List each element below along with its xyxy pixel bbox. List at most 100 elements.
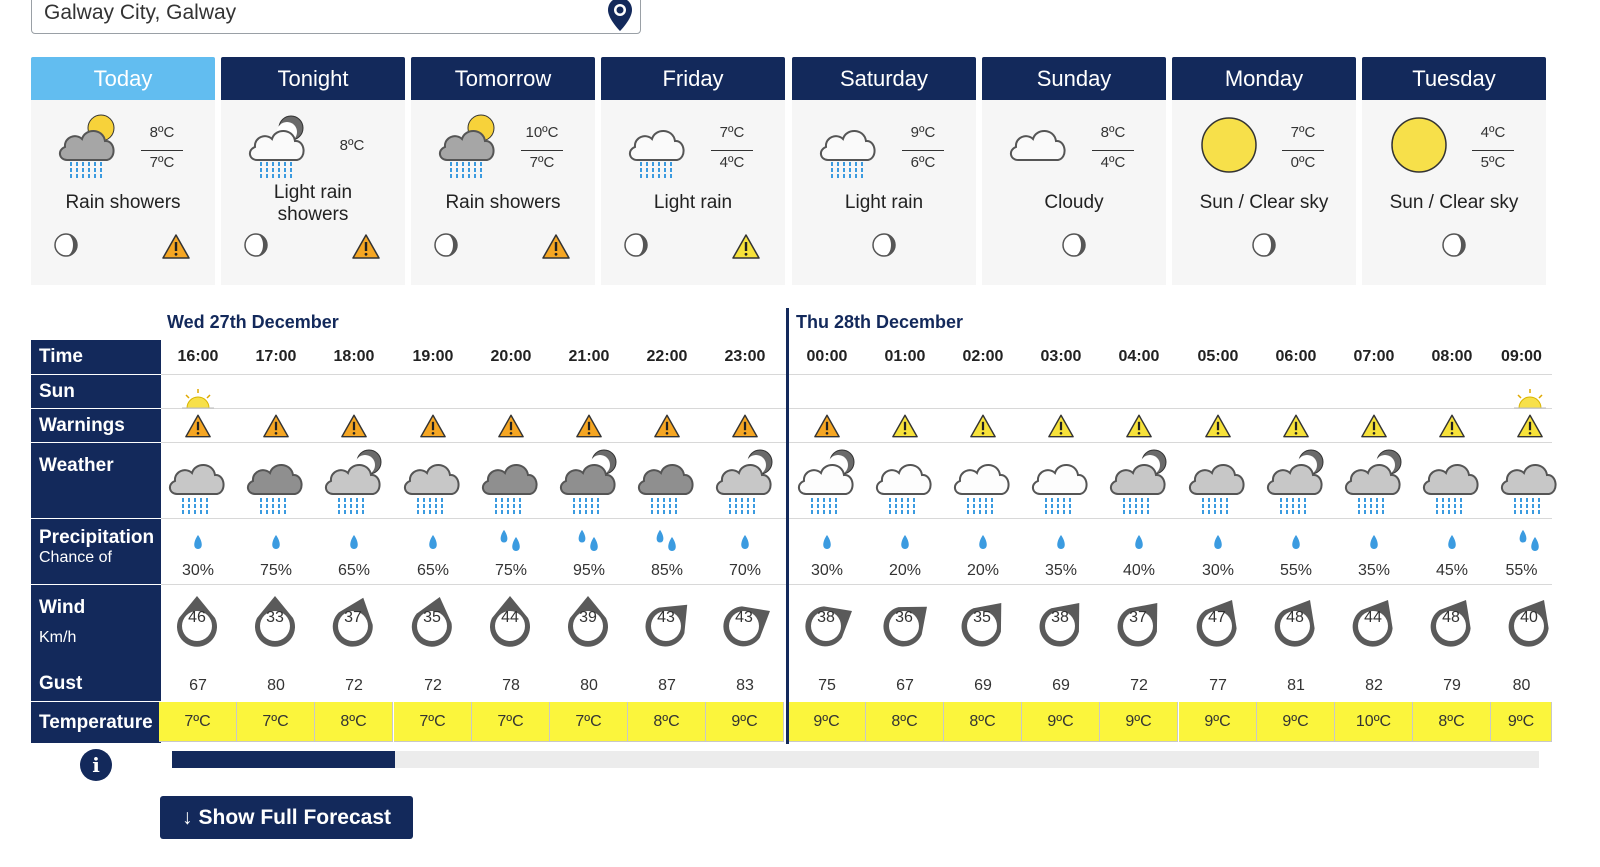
precip-chance: 85%	[650, 562, 684, 579]
hour-temperature: 9ºC	[1100, 702, 1178, 742]
warning-icon[interactable]	[575, 413, 603, 439]
gust-speed: 87	[658, 677, 676, 694]
hour-time: 16:00	[177, 348, 219, 365]
day-card-friday[interactable]: Friday 7ºC 4ºC Light rain	[601, 57, 785, 285]
rain-cloud-icon	[243, 446, 309, 516]
day-temp-low: 7ºC	[521, 150, 563, 171]
hour-column: 06:00 55% 48 81 9ºC	[1257, 340, 1335, 744]
warning-icon[interactable]	[653, 413, 681, 439]
row-label-sun: Sun	[31, 375, 161, 408]
hour-time: 23:00	[724, 348, 766, 365]
warning-icon[interactable]	[419, 413, 447, 439]
day-description: Light rain	[844, 192, 924, 213]
rain-cloud-icon	[1106, 446, 1172, 516]
day-summary: 4ºC 5ºC Sun / Clear sky	[1362, 100, 1546, 285]
location-search-field[interactable]: Galway City, Galway	[31, 0, 641, 34]
day-temp-low: 7ºC	[141, 150, 183, 171]
warning-icon[interactable]	[731, 233, 761, 260]
rain-cloud-icon	[1341, 446, 1407, 516]
hour-temperature: 8ºC	[866, 702, 944, 742]
precip-chance: 95%	[572, 562, 606, 579]
gust-speed: 67	[189, 677, 207, 694]
hour-column: 04:00 40% 37 72 9ºC	[1100, 340, 1178, 744]
day-card-monday[interactable]: Monday 7ºC 0ºC Sun / Clear sky	[1172, 57, 1356, 285]
warning-icon[interactable]	[1204, 413, 1232, 439]
hour-temperature: 9ºC	[1179, 702, 1257, 742]
day-card-sunday[interactable]: Sunday 8ºC 4ºC Cloudy	[982, 57, 1166, 285]
tab-today[interactable]: Today	[31, 57, 215, 100]
warning-icon[interactable]	[1516, 413, 1544, 439]
warning-icon[interactable]	[1125, 413, 1153, 439]
precip-chance: 30%	[181, 562, 215, 579]
tab-sunday[interactable]: Sunday	[982, 57, 1166, 100]
show-full-forecast-button[interactable]: ↓ Show Full Forecast	[160, 796, 413, 839]
day-card-today[interactable]: Today 8ºC 7ºC Rain showers	[31, 57, 215, 285]
wind-speed: 36	[895, 609, 913, 626]
wind-direction-icon: 40	[1500, 592, 1560, 652]
warning-icon[interactable]	[731, 413, 759, 439]
hour-temperature: 7ºC	[159, 702, 237, 742]
info-icon[interactable]: i	[80, 749, 112, 781]
wind-direction-icon: 38	[1031, 592, 1091, 652]
wind-speed: 43	[657, 609, 675, 626]
rain-cloud-icon	[165, 446, 231, 516]
raindrop-icon	[1433, 528, 1471, 558]
warning-icon[interactable]	[1282, 413, 1310, 439]
wind-direction-icon: 44	[1344, 592, 1404, 652]
raindrop-icon	[886, 528, 924, 558]
hour-temperature: 8ºC	[628, 702, 706, 742]
location-pin-icon[interactable]	[606, 0, 634, 33]
day-card-saturday[interactable]: Saturday 9ºC 6ºC Light rain	[792, 57, 976, 285]
hour-column: 08:00 45% 48 79 8ºC	[1413, 340, 1491, 744]
day-temp-low: 4ºC	[1092, 150, 1134, 171]
day-card-tonight[interactable]: Tonight 8ºC Light rain showers	[221, 57, 405, 285]
cloud-sun-rain-icon	[435, 112, 501, 178]
gust-speed: 67	[896, 677, 914, 694]
wind-direction-icon: 35	[403, 592, 463, 652]
raindrop-icon	[964, 528, 1002, 558]
tab-tomorrow[interactable]: Tomorrow	[411, 57, 595, 100]
wind-speed: 35	[973, 609, 991, 626]
day-description: Rain showers	[445, 192, 561, 213]
warning-icon[interactable]	[497, 413, 525, 439]
warning-icon[interactable]	[813, 413, 841, 439]
day-card-tomorrow[interactable]: Tomorrow 10ºC 7ºC Rain showers	[411, 57, 595, 285]
precip-chance: 30%	[1201, 562, 1235, 579]
cloud-rain-icon	[625, 112, 691, 178]
day-divider	[786, 308, 789, 744]
tab-monday[interactable]: Monday	[1172, 57, 1356, 100]
warning-icon[interactable]	[891, 413, 919, 439]
rain-cloud-icon	[1497, 446, 1563, 516]
warning-icon[interactable]	[541, 233, 571, 260]
warning-icon[interactable]	[1360, 413, 1388, 439]
rain-cloud-icon	[1263, 446, 1329, 516]
warning-icon[interactable]	[161, 233, 191, 260]
warning-icon[interactable]	[351, 233, 381, 260]
moon-phase-icon	[53, 232, 79, 258]
warning-icon[interactable]	[184, 413, 212, 439]
wind-speed: 37	[344, 609, 362, 626]
hour-time: 18:00	[333, 348, 375, 365]
day-card-tuesday[interactable]: Tuesday 4ºC 5ºC Sun / Clear sky	[1362, 57, 1546, 285]
hour-time: 02:00	[962, 348, 1004, 365]
warning-icon[interactable]	[262, 413, 290, 439]
rain-cloud-icon	[872, 446, 938, 516]
wind-direction-icon: 43	[715, 592, 775, 652]
wind-direction-icon: 37	[1109, 592, 1169, 652]
moon-phase-icon	[1251, 232, 1277, 258]
tab-saturday[interactable]: Saturday	[792, 57, 976, 100]
wind-direction-icon: 43	[637, 592, 697, 652]
hour-temperature: 9ºC	[706, 702, 784, 742]
tab-tuesday[interactable]: Tuesday	[1362, 57, 1546, 100]
warning-icon[interactable]	[969, 413, 997, 439]
warning-icon[interactable]	[1438, 413, 1466, 439]
warning-icon[interactable]	[1047, 413, 1075, 439]
tab-tonight[interactable]: Tonight	[221, 57, 405, 100]
moon-phase-icon	[243, 232, 269, 258]
wind-direction-icon: 36	[875, 592, 935, 652]
scrollbar-thumb[interactable]	[172, 751, 395, 768]
gust-speed: 69	[1052, 677, 1070, 694]
row-label-gust: Gust	[31, 666, 161, 701]
warning-icon[interactable]	[340, 413, 368, 439]
tab-friday[interactable]: Friday	[601, 57, 785, 100]
